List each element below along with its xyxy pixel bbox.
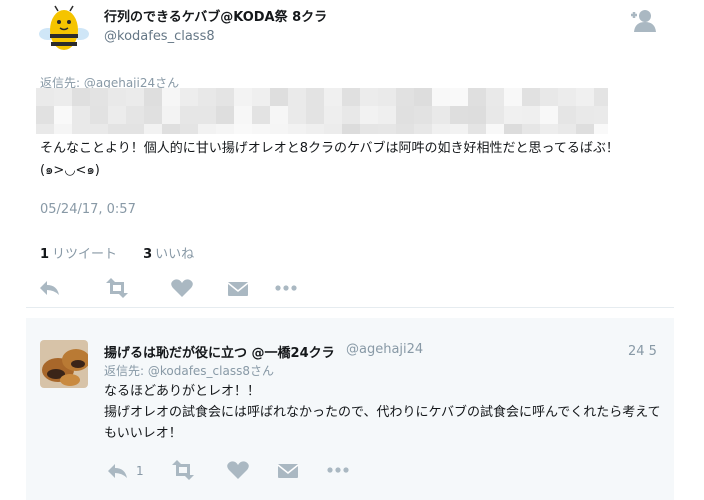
reply-text-line: 揚げオレオの試食会には呼ばれなかったので、代わりにケバブの試食会に呼んでくれたら… xyxy=(104,405,661,441)
like-button[interactable] xyxy=(170,278,194,298)
tweet-stats: 1 リツイート 3 いいね xyxy=(40,243,194,262)
heart-icon xyxy=(171,279,193,297)
more-icon xyxy=(327,467,349,473)
envelope-icon xyxy=(277,464,299,478)
reply-dm-button[interactable] xyxy=(276,461,300,481)
retweet-button[interactable] xyxy=(102,278,132,298)
reply-icon xyxy=(108,463,127,478)
retweet-stat[interactable]: 1 リツイート xyxy=(40,247,117,262)
retweet-icon xyxy=(172,460,194,480)
reply-text-line: なるほどありがとレオ！！ xyxy=(104,384,261,399)
reply-button[interactable] xyxy=(38,278,62,298)
reply-retweet-button[interactable] xyxy=(168,460,198,480)
more-icon xyxy=(275,285,297,291)
add-user-icon xyxy=(631,10,656,32)
retweet-label: リツイート xyxy=(52,247,118,262)
reply-count: 1 xyxy=(136,463,144,478)
heart-icon xyxy=(227,461,249,479)
direct-message-button[interactable] xyxy=(226,279,250,299)
display-name[interactable]: 行列のできるケバブ@KODA祭 8クラ xyxy=(104,6,327,25)
avatar[interactable] xyxy=(38,4,90,56)
follow-button[interactable] xyxy=(622,8,658,34)
divider xyxy=(26,307,674,308)
tweet-text-line: そんなことより！個人的に甘い揚げオレオと8クラのケバブは阿吽の如き好相性だと思っ… xyxy=(40,141,619,156)
reply-text: なるほどありがとレオ！！ 揚げオレオの試食会には呼ばれなかったので、代わりにケバ… xyxy=(104,381,664,444)
like-stat[interactable]: 3 いいね xyxy=(143,247,194,262)
reply-more-button[interactable] xyxy=(326,460,350,480)
redacted-text xyxy=(36,88,608,134)
tweet-text-line: (๑>◡<๑) xyxy=(40,163,100,178)
retweet-icon xyxy=(106,278,128,298)
reply-icon xyxy=(40,281,59,295)
reply-avatar[interactable] xyxy=(40,340,88,388)
reply-time[interactable]: 24 5 xyxy=(628,344,657,359)
like-label: いいね xyxy=(155,247,195,262)
reply-handle[interactable]: @agehaji24 xyxy=(346,342,423,357)
reply-like-button[interactable] xyxy=(226,460,250,480)
like-count: 3 xyxy=(143,247,153,262)
retweet-count: 1 xyxy=(40,247,50,262)
timestamp[interactable]: 05/24/17, 0:57 xyxy=(40,202,136,217)
user-handle[interactable]: @kodafes_class8 xyxy=(104,29,215,44)
more-button[interactable] xyxy=(274,278,298,298)
tweet-text: そんなことより！個人的に甘い揚げオレオと8クラのケバブは阿吽の如き好相性だと思っ… xyxy=(40,138,680,182)
reply-reply-to[interactable]: 返信先: @kodafes_class8さん xyxy=(104,362,274,379)
reply-display-name[interactable]: 揚げるは恥だが役に立つ @一橋24クラ xyxy=(104,342,335,361)
reply-reply-button[interactable]: 1 xyxy=(106,460,146,480)
envelope-icon xyxy=(227,282,249,296)
